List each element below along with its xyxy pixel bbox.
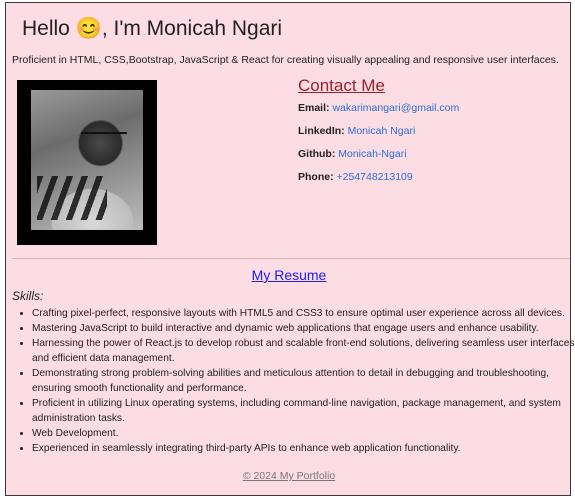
contact-github: Github: Monicah-Ngari [298, 148, 407, 160]
contact-linkedin: LinkedIn: Monicah Ngari [298, 125, 415, 137]
contact-linkedin-label: LinkedIn: [298, 125, 345, 137]
contact-linkedin-link[interactable]: Monicah Ngari [348, 125, 416, 137]
my-resume-link[interactable]: My Resume [6, 267, 572, 283]
profile-photo-frame [17, 80, 157, 245]
skill-item: Experienced in seamlessly integrating th… [32, 441, 575, 456]
contact-email-label: Email: [298, 102, 330, 114]
photo-sweater-pattern [37, 176, 107, 220]
contact-email-link[interactable]: wakarimangari@gmail.com [332, 102, 459, 114]
skill-item: Web Development. [32, 426, 575, 441]
skill-item: Mastering JavaScript to build interactiv… [32, 321, 575, 336]
contact-phone-label: Phone: [298, 171, 334, 183]
footer-portfolio-link[interactable]: © 2024 My Portfolio [6, 470, 572, 482]
skill-item: Demonstrating strong problem-solving abi… [32, 366, 575, 396]
contact-email: Email: wakarimangari@gmail.com [298, 102, 459, 114]
skills-heading: Skills: [12, 289, 44, 303]
greeting-heading: Hello 😊, I'm Monicah Ngari [22, 17, 283, 40]
section-divider [12, 258, 570, 259]
contact-me-link[interactable]: Contact Me [298, 76, 385, 96]
portfolio-card: Hello 😊, I'm Monicah Ngari Proficient in… [5, 2, 575, 496]
skills-list: Crafting pixel-perfect, responsive layou… [12, 306, 575, 456]
photo-glasses-detail [81, 132, 127, 148]
intro-text: Proficient in HTML, CSS,Bootstrap, JavaS… [12, 54, 559, 66]
contact-github-link[interactable]: Monicah-Ngari [338, 148, 406, 160]
skill-item: Harnessing the power of React.js to deve… [32, 336, 575, 366]
contact-github-label: Github: [298, 148, 336, 160]
contact-phone: Phone: +254748213109 [298, 171, 413, 183]
contact-phone-link[interactable]: +254748213109 [337, 171, 413, 183]
profile-photo [31, 90, 143, 230]
skill-item: Crafting pixel-perfect, responsive layou… [32, 306, 575, 321]
skill-item: Proficient in utilizing Linux operating … [32, 396, 575, 426]
